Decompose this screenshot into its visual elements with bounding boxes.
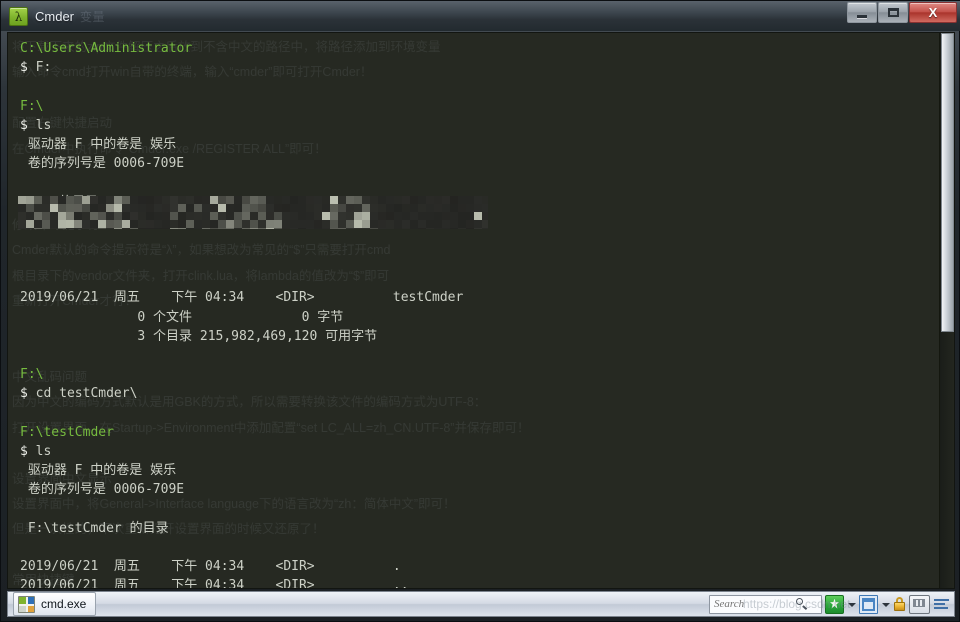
- console-area[interactable]: 将下载下来的zip文件解压之后放到不含中文的路径中，将路径添加到环境变量 输入命令…: [7, 32, 955, 589]
- terminal-text: $: [20, 443, 36, 459]
- terminal-text: 3 个目录 215,982,469,120 可用字节: [20, 328, 378, 344]
- terminal-text: F:\: [20, 98, 44, 114]
- terminal-line: 驱动器 F 中的卷是 娱乐: [20, 135, 940, 154]
- cmder-lambda-icon: λ: [9, 7, 28, 26]
- terminal-line: F:\testCmder 的目录: [20, 519, 940, 538]
- terminal-text: ls: [35, 117, 52, 133]
- terminal-line: F:\testCmder: [20, 423, 940, 442]
- terminal-text: $: [20, 117, 36, 133]
- title-bar[interactable]: λ Cmder 变量 X: [1, 1, 960, 31]
- terminal-line: $ ls: [20, 116, 940, 135]
- censored-directory-entries: [18, 196, 488, 229]
- status-bar: cmd.exe: [7, 591, 955, 617]
- cmder-window: λ Cmder 变量 X 将下载下来的zip文件解压之后放到不含中文的路径中，将…: [0, 0, 960, 622]
- monitor-icon[interactable]: [909, 594, 930, 614]
- terminal-text: $: [20, 60, 36, 76]
- search-icon[interactable]: [796, 598, 808, 610]
- window-frame: λ Cmder 变量 X 将下载下来的zip文件解压之后放到不含中文的路径中，将…: [0, 0, 960, 622]
- close-button[interactable]: X: [909, 2, 957, 23]
- terminal-text: C:\Users\Administrator: [20, 41, 193, 56]
- search-box[interactable]: [709, 594, 822, 614]
- terminal-line: F:\: [20, 97, 940, 116]
- console-scrollbar[interactable]: [939, 33, 954, 588]
- terminal-text: 卷的序列号是 0006-709E: [20, 482, 185, 498]
- search-input[interactable]: [714, 598, 796, 610]
- terminal-line: $ cd testCmder\: [20, 384, 940, 403]
- maximize-button[interactable]: [878, 2, 908, 23]
- terminal-text: 驱动器 F 中的卷是 娱乐: [20, 136, 177, 152]
- terminal-line: 3 个目录 215,982,469,120 可用字节: [20, 327, 940, 346]
- cmd-window-icon: [18, 595, 35, 613]
- tab-cmd-exe[interactable]: cmd.exe: [13, 592, 97, 616]
- terminal-line: C:\Users\Administrator: [20, 39, 940, 58]
- terminal-text: 2019/06/21 周五 下午 04:34 <DIR> ..: [20, 578, 409, 589]
- title-bar-ghost-text: 变量: [80, 9, 106, 24]
- scrollbar-thumb[interactable]: [941, 33, 954, 332]
- window-controls: X: [847, 2, 957, 23]
- close-icon: X: [928, 5, 938, 20]
- terminal-text: 驱动器 F 中的卷是 娱乐: [20, 463, 177, 479]
- window-title: Cmder: [35, 8, 75, 24]
- lock-icon[interactable]: [893, 596, 906, 613]
- terminal-text: F:\testCmder 的目录: [20, 520, 169, 536]
- terminal-output[interactable]: C:\Users\Administrator $ F: F:\ $ ls 驱动器 F …: [8, 33, 940, 588]
- terminal-line: $ ls: [20, 442, 940, 461]
- terminal-text: 2019/06/21 周五 下午 04:34 <DIR> .: [20, 559, 401, 575]
- window-layout-button[interactable]: [859, 594, 878, 614]
- terminal-text: 卷的序列号是 0006-709E: [20, 156, 185, 172]
- terminal-text: ls: [35, 443, 52, 459]
- minimize-button[interactable]: [847, 2, 877, 23]
- settings-list-icon[interactable]: [933, 596, 950, 613]
- terminal-text: $: [20, 386, 36, 402]
- terminal-line: F:\: [20, 365, 940, 384]
- terminal-line: 2019/06/21 周五 下午 04:34 <DIR> .: [20, 557, 940, 576]
- new-console-chevron-down-icon[interactable]: [847, 596, 856, 613]
- terminal-text: F:\testCmder: [20, 424, 114, 440]
- status-bar-tools: [709, 594, 954, 614]
- tab-label: cmd.exe: [41, 597, 87, 611]
- window-layout-chevron-down-icon[interactable]: [881, 596, 890, 613]
- terminal-line: 0 个文件 0 字节: [20, 308, 940, 327]
- terminal-line: $ F:: [20, 58, 940, 77]
- terminal-line: 卷的序列号是 0006-709E: [20, 480, 940, 499]
- terminal-line: 卷的序列号是 0006-709E: [20, 154, 940, 173]
- new-console-button[interactable]: [825, 594, 844, 614]
- terminal-text: 2019/06/21 周五 下午 04:34 <DIR> testCmder: [20, 290, 464, 306]
- terminal-text: F:\: [20, 367, 44, 383]
- terminal-line: 2019/06/21 周五 下午 04:34 <DIR> ..: [20, 576, 940, 589]
- terminal-line: 驱动器 F 中的卷是 娱乐: [20, 461, 940, 480]
- terminal-text: cd testCmder\: [35, 386, 138, 402]
- terminal-text: 0 个文件 0 字节: [20, 309, 344, 325]
- terminal-line: 2019/06/21 周五 下午 04:34 <DIR> testCmder: [20, 288, 940, 307]
- terminal-text: F:: [35, 60, 52, 76]
